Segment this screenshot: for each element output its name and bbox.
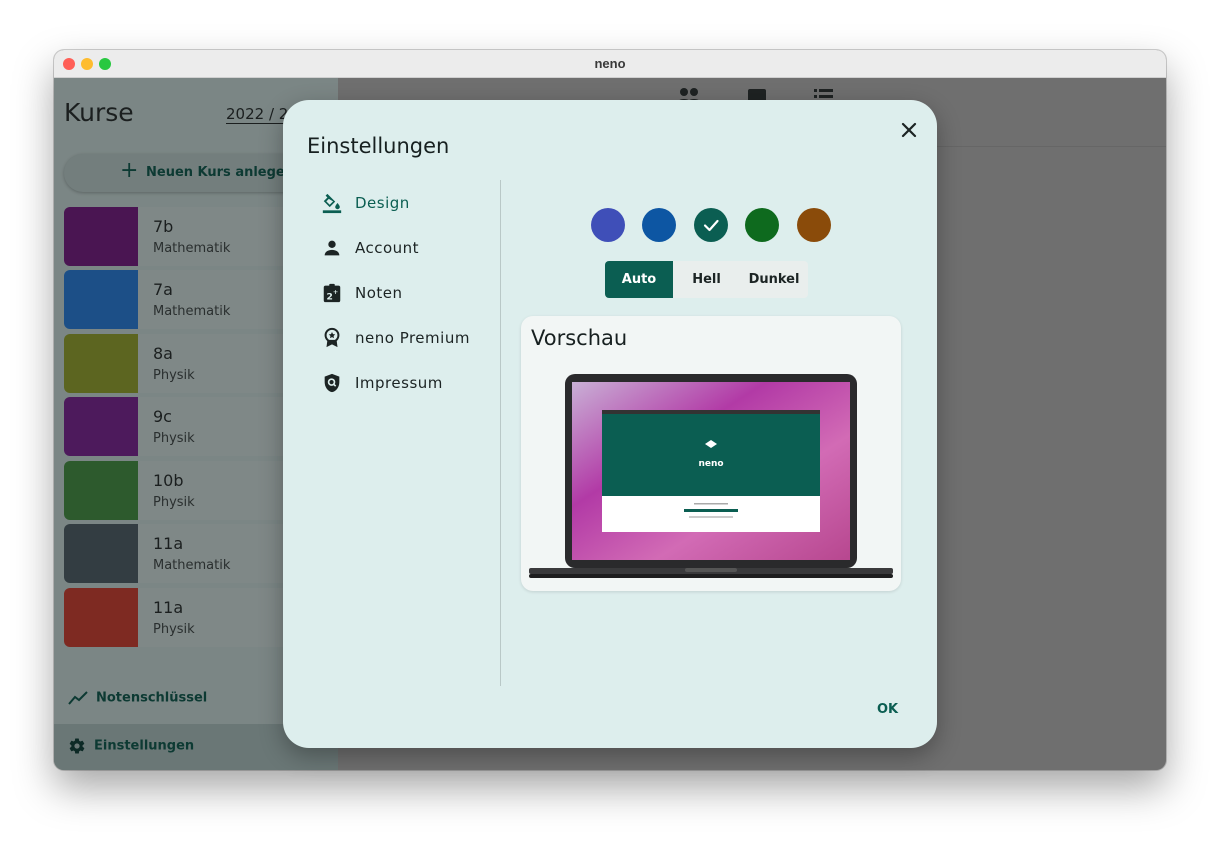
nav-item-label: Noten — [355, 284, 403, 302]
grade-key-label: Notenschlüssel — [96, 690, 208, 706]
grade-key-link[interactable]: Notenschlüssel — [68, 690, 207, 706]
course-name: 10b — [153, 471, 184, 490]
course-name: 11a — [153, 598, 184, 617]
nav-item-account[interactable]: Account — [321, 237, 481, 263]
new-course-label: Neuen Kurs anlegen — [146, 165, 295, 180]
nav-item-grades[interactable]: 2 + Noten — [321, 282, 481, 308]
preview-title: Vorschau — [531, 326, 628, 350]
window-title: neno — [594, 56, 626, 71]
settings-dialog: Einstellungen Design Account 2 + Noten n… — [283, 100, 937, 748]
dialog-divider — [500, 180, 501, 686]
ok-button[interactable]: OK — [877, 702, 898, 717]
grade-clipboard-icon: 2 + — [323, 283, 341, 302]
course-color-swatch — [64, 207, 138, 266]
course-color-swatch — [64, 588, 138, 647]
nav-item-label: Impressum — [355, 374, 443, 392]
course-subject: Physik — [153, 368, 195, 383]
award-ribbon-icon — [324, 327, 340, 348]
nav-item-label: Design — [355, 194, 410, 212]
title-bar: neno — [54, 50, 1166, 78]
course-name: 7a — [153, 280, 173, 299]
course-color-swatch — [64, 270, 138, 329]
course-name: 9c — [153, 407, 172, 426]
course-name: 7b — [153, 217, 174, 236]
sidebar-title: Kurse — [64, 98, 134, 127]
course-subject: Mathematik — [153, 558, 231, 573]
nav-item-label: neno Premium — [355, 329, 470, 347]
course-color-swatch — [64, 461, 138, 520]
theme-color-blue-violet[interactable] — [591, 208, 625, 242]
laptop-preview-image: neno — [529, 374, 893, 578]
mode-auto-button[interactable]: Auto — [605, 261, 673, 298]
theme-color-teal-selected[interactable] — [694, 208, 728, 242]
course-color-swatch — [64, 334, 138, 393]
course-subject: Mathematik — [153, 241, 231, 256]
course-subject: Physik — [153, 431, 195, 446]
svg-text:2: 2 — [327, 291, 333, 302]
course-name: 11a — [153, 534, 184, 553]
mode-dark-button[interactable]: Dunkel — [740, 261, 808, 298]
course-color-swatch — [64, 524, 138, 583]
preview-logo-text: neno — [698, 459, 723, 469]
paint-bucket-icon — [322, 193, 342, 214]
person-icon — [324, 240, 340, 256]
mode-light-button[interactable]: Hell — [673, 261, 740, 298]
course-name: 8a — [153, 344, 173, 363]
settings-label: Einstellungen — [94, 738, 195, 754]
course-color-swatch — [64, 397, 138, 456]
gear-icon — [69, 738, 85, 754]
course-subject: Mathematik — [153, 304, 231, 319]
course-subject: Physik — [153, 622, 195, 637]
shield-search-icon — [324, 373, 340, 393]
nav-item-imprint[interactable]: Impressum — [321, 372, 481, 398]
preview-card: Vorschau neno — [521, 316, 901, 591]
theme-color-blue[interactable] — [642, 208, 676, 242]
trend-chart-icon — [68, 691, 88, 705]
course-subject: Physik — [153, 495, 195, 510]
nav-item-label: Account — [355, 239, 420, 257]
theme-color-green[interactable] — [745, 208, 779, 242]
plus-icon: + — [120, 158, 139, 183]
svg-text:+: + — [333, 288, 338, 296]
check-icon — [703, 219, 719, 232]
nav-item-premium[interactable]: neno Premium — [321, 327, 491, 353]
close-icon[interactable] — [895, 116, 923, 144]
theme-color-brown[interactable] — [797, 208, 831, 242]
dialog-title: Einstellungen — [307, 134, 450, 158]
nav-item-design[interactable]: Design — [321, 192, 481, 218]
